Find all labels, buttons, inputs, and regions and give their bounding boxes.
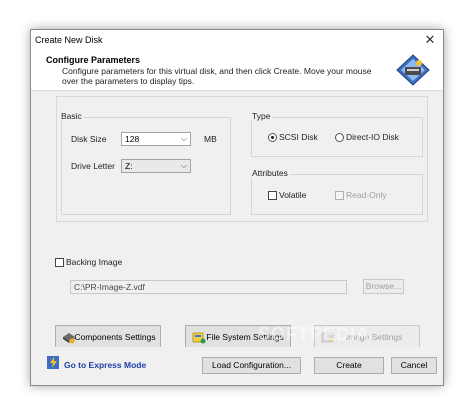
create-button[interactable]: Create — [314, 357, 384, 374]
volatile-checkbox[interactable] — [268, 191, 277, 200]
drive-letter-value: Z: — [125, 161, 133, 171]
basic-group-label: Basic — [59, 111, 84, 121]
direct-io-disk-radio[interactable] — [335, 133, 344, 142]
express-mode-link[interactable]: Go to Express Mode — [64, 360, 146, 370]
read-only-label[interactable]: Read-Only — [346, 190, 387, 200]
drive-letter-label: Drive Letter — [71, 161, 115, 171]
attributes-group-label: Attributes — [250, 168, 290, 178]
header-banner: Configure Parameters Configure parameter… — [31, 50, 443, 91]
disk-size-combo[interactable]: 128 ⌵ — [121, 132, 191, 146]
lightning-icon — [47, 356, 59, 369]
create-new-disk-dialog: Create New Disk ✕ Configure Parameters C… — [30, 29, 444, 386]
chevron-down-icon: ⌵ — [180, 134, 187, 143]
header-description: Configure parameters for this virtual di… — [62, 66, 372, 86]
file-system-icon — [192, 332, 206, 344]
components-icon — [63, 333, 75, 344]
cancel-button[interactable]: Cancel — [391, 357, 437, 374]
drive-letter-combo[interactable]: Z: ⌵ — [121, 159, 191, 173]
load-configuration-button[interactable]: Load Configuration... — [202, 357, 301, 374]
window-title: Create New Disk — [35, 35, 103, 45]
title-bar: Create New Disk ✕ — [31, 30, 443, 50]
backing-image-label[interactable]: Backing Image — [66, 257, 122, 267]
disk-size-label: Disk Size — [71, 134, 107, 144]
parameters-area: Basic Disk Size 128 ⌵ MB Drive Letter Z:… — [31, 91, 443, 350]
scsi-disk-label[interactable]: SCSI Disk — [279, 132, 318, 142]
disk-wizard-icon — [396, 54, 430, 86]
close-icon[interactable]: ✕ — [419, 31, 441, 49]
disk-size-unit: MB — [204, 134, 217, 144]
scsi-disk-radio[interactable] — [268, 133, 277, 142]
header-title: Configure Parameters — [46, 55, 141, 65]
watermark: SOFTPEDIA — [258, 324, 371, 344]
read-only-checkbox[interactable] — [335, 191, 344, 200]
type-group-label: Type — [250, 111, 273, 121]
backing-image-checkbox[interactable] — [55, 258, 64, 267]
chevron-down-icon: ⌵ — [180, 161, 187, 170]
disk-size-value: 128 — [125, 134, 140, 144]
browse-button[interactable]: Browse... — [363, 279, 404, 294]
dialog-footer: Go to Express Mode Load Configuration...… — [31, 347, 443, 385]
backing-image-path-field[interactable]: C:\PR-Image-Z.vdf — [70, 280, 347, 294]
direct-io-disk-label[interactable]: Direct-IO Disk — [346, 132, 399, 142]
volatile-label[interactable]: Volatile — [279, 190, 306, 200]
parameters-panel: Basic Disk Size 128 ⌵ MB Drive Letter Z:… — [56, 96, 428, 222]
